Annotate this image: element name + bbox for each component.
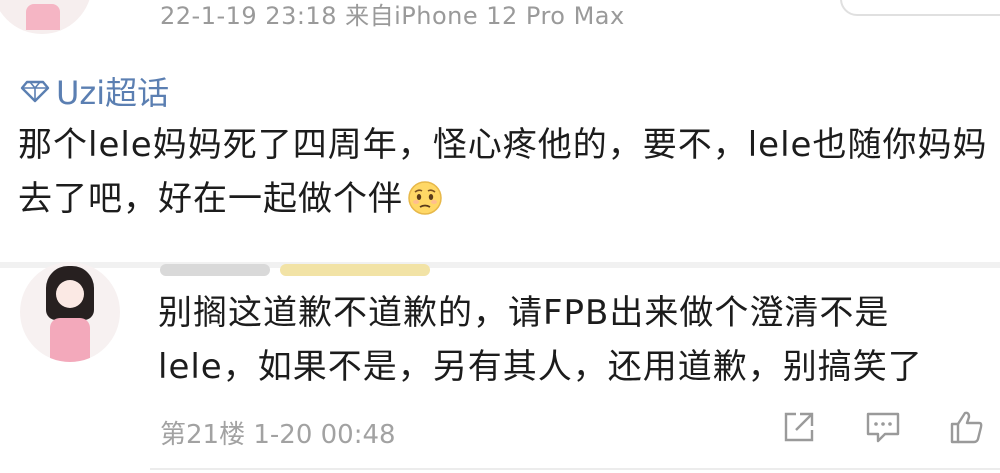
comment-icon[interactable] [862,406,904,448]
share-icon[interactable] [778,406,820,448]
post-text-content: 那个lele妈妈死了四周年，怪心疼他的，要不，lele也随你妈妈去了吧，好在一起… [18,125,988,219]
post-card: 22-1-19 23:18 来自iPhone 12 Pro Max Uzi超话 … [0,0,1000,262]
topic-label: Uzi超话 [56,74,170,112]
follow-button[interactable] [840,0,1000,16]
sad-face-emoji-icon [407,178,443,232]
avatar-dress [50,318,90,362]
reply-actions [778,406,988,448]
user-badge-blurred [280,264,430,276]
reply-avatar[interactable] [20,262,120,362]
reply-card: 别搁这道歉不道歉的，请FPB出来做个澄清不是lele，如果不是，另有其人，还用道… [0,262,1000,473]
avatar-dress [26,4,60,30]
topic-tag[interactable]: Uzi超话 [20,68,169,114]
avatar[interactable] [0,0,92,34]
avatar-face [56,280,84,308]
username-blurred[interactable] [160,264,270,276]
reply-text: 别搁这道歉不道歉的，请FPB出来做个澄清不是lele，如果不是，另有其人，还用道… [158,293,923,387]
like-icon[interactable] [946,406,988,448]
post-text: 那个lele妈妈死了四周年，怪心疼他的，要不，lele也随你妈妈去了吧，好在一起… [18,118,990,232]
diamond-icon [20,79,50,103]
post-meta: 22-1-19 23:18 来自iPhone 12 Pro Max [160,2,625,30]
reply-meta: 第21楼 1-20 00:48 [160,420,396,450]
bottom-divider [150,468,1000,470]
